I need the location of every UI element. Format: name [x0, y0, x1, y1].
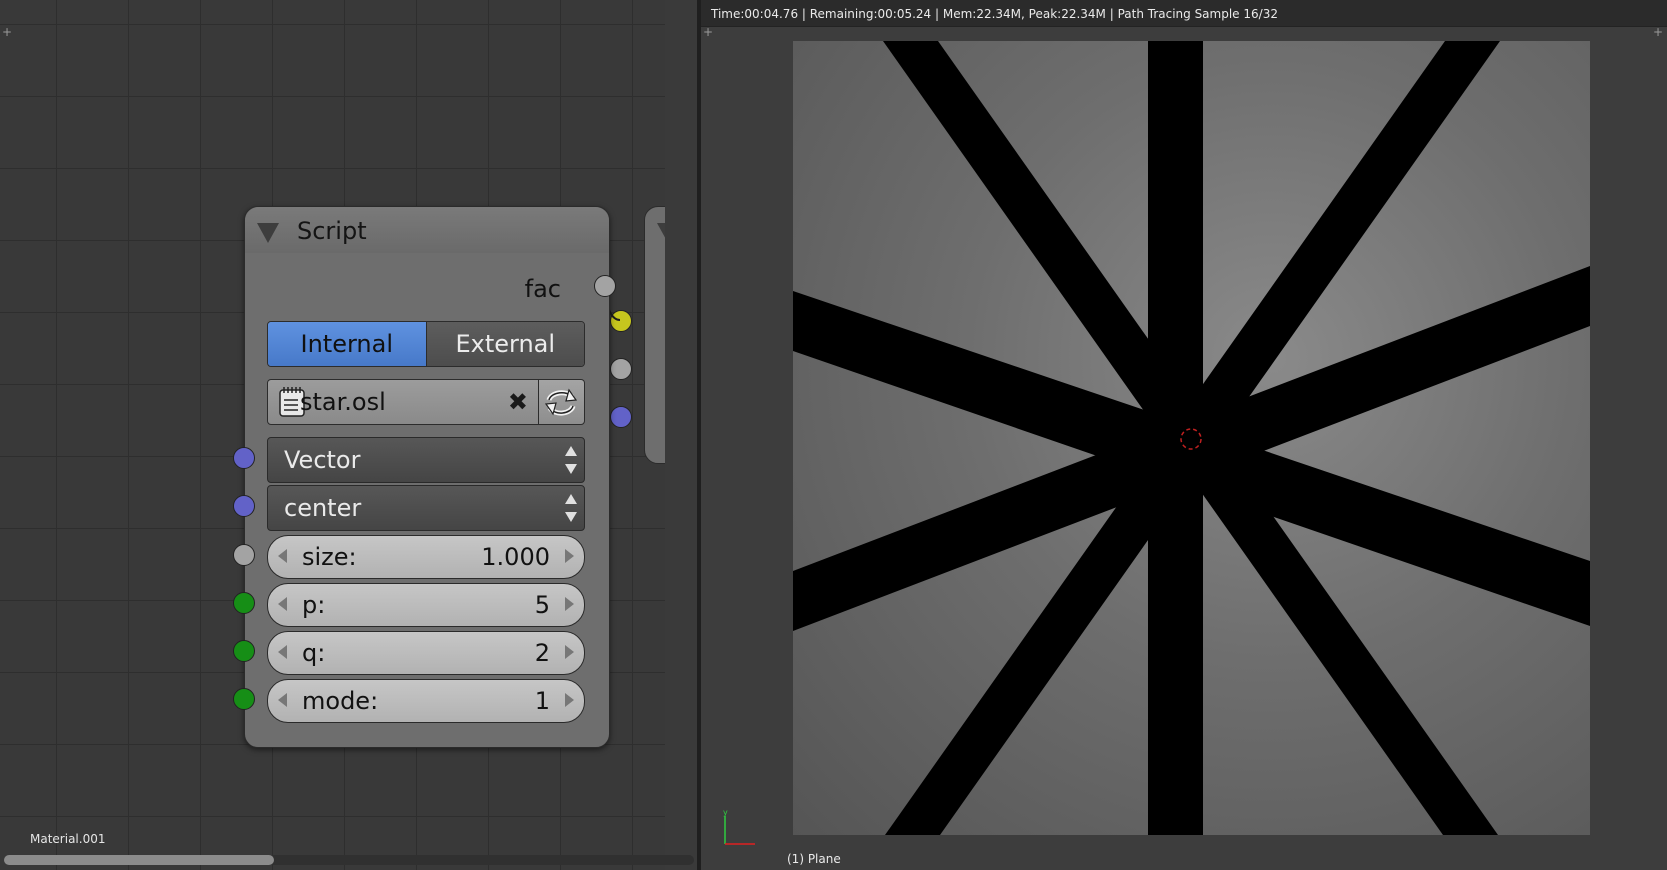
script-datablock-field[interactable]: star.osl ✖	[267, 379, 539, 425]
increment-arrow-icon[interactable]	[565, 693, 574, 707]
size-value: 1.000	[481, 543, 550, 571]
up-down-arrows-icon	[565, 494, 577, 522]
vector-dropdown[interactable]: Vector	[267, 437, 585, 483]
center-dropdown[interactable]: center	[267, 485, 585, 531]
input-socket-q[interactable]	[233, 640, 255, 662]
p-label: p:	[302, 591, 326, 619]
render-info-bar: Time:00:04.76 | Remaining:00:05.24 | Mem…	[701, 0, 1667, 27]
q-field[interactable]: q: 2	[267, 631, 585, 675]
node-header[interactable]: Script	[245, 207, 609, 253]
size-label: size:	[302, 543, 357, 571]
render-viewport[interactable]: Time:00:04.76 | Remaining:00:05.24 | Mem…	[701, 0, 1667, 870]
horizontal-scrollbar[interactable]	[4, 855, 274, 865]
q-label: q:	[302, 639, 326, 667]
increment-arrow-icon[interactable]	[565, 645, 574, 659]
internal-button[interactable]: Internal	[268, 322, 427, 366]
increment-arrow-icon[interactable]	[565, 597, 574, 611]
region-corner-icon[interactable]: +	[703, 26, 713, 38]
up-down-arrows-icon	[565, 446, 577, 474]
node-editor[interactable]: + + Script fac Internal External	[0, 0, 665, 870]
external-button[interactable]: External	[426, 322, 584, 366]
output-socket-fac[interactable]	[594, 275, 616, 297]
mode-toggle[interactable]: Internal External	[267, 321, 585, 367]
size-field[interactable]: size: 1.000	[267, 535, 585, 579]
render-stats: Time:00:04.76 | Remaining:00:05.24 | Mem…	[711, 7, 1278, 21]
mode-field[interactable]: mode: 1	[267, 679, 585, 723]
p-value: 5	[534, 591, 550, 619]
increment-arrow-icon[interactable]	[565, 549, 574, 563]
mode-label: mode:	[302, 687, 379, 715]
p-field[interactable]: p: 5	[267, 583, 585, 627]
output-label-fac: fac	[524, 275, 561, 303]
material-name: Material.001	[30, 832, 106, 846]
svg-text:y: y	[723, 808, 728, 817]
input-socket-vector[interactable]	[233, 447, 255, 469]
decrement-arrow-icon[interactable]	[278, 693, 287, 707]
mode-value: 1	[534, 687, 550, 715]
active-object-label: (1) Plane	[787, 852, 841, 866]
input-socket-mode[interactable]	[233, 688, 255, 710]
decrement-arrow-icon[interactable]	[278, 645, 287, 659]
vector-dropdown-label: Vector	[284, 446, 361, 474]
script-name: star.osl	[300, 388, 386, 416]
script-node[interactable]: Script fac Internal External star.osl ✖	[244, 206, 610, 748]
decrement-arrow-icon[interactable]	[278, 549, 287, 563]
decrement-arrow-icon[interactable]	[278, 597, 287, 611]
input-socket-p[interactable]	[233, 592, 255, 614]
collapse-triangle-icon[interactable]	[257, 223, 279, 243]
rendered-image	[793, 41, 1590, 835]
node-title: Script	[297, 217, 367, 245]
region-corner-icon[interactable]: +	[1653, 26, 1663, 38]
star-pattern-render	[793, 41, 1590, 835]
reload-script-button[interactable]	[538, 379, 585, 425]
center-dropdown-label: center	[284, 494, 362, 522]
q-value: 2	[534, 639, 550, 667]
reload-icon	[544, 388, 578, 416]
clear-icon[interactable]: ✖	[508, 388, 528, 416]
input-socket-center[interactable]	[233, 495, 255, 517]
input-socket-size[interactable]	[233, 544, 255, 566]
axes-gizmo-icon: y	[723, 808, 755, 845]
